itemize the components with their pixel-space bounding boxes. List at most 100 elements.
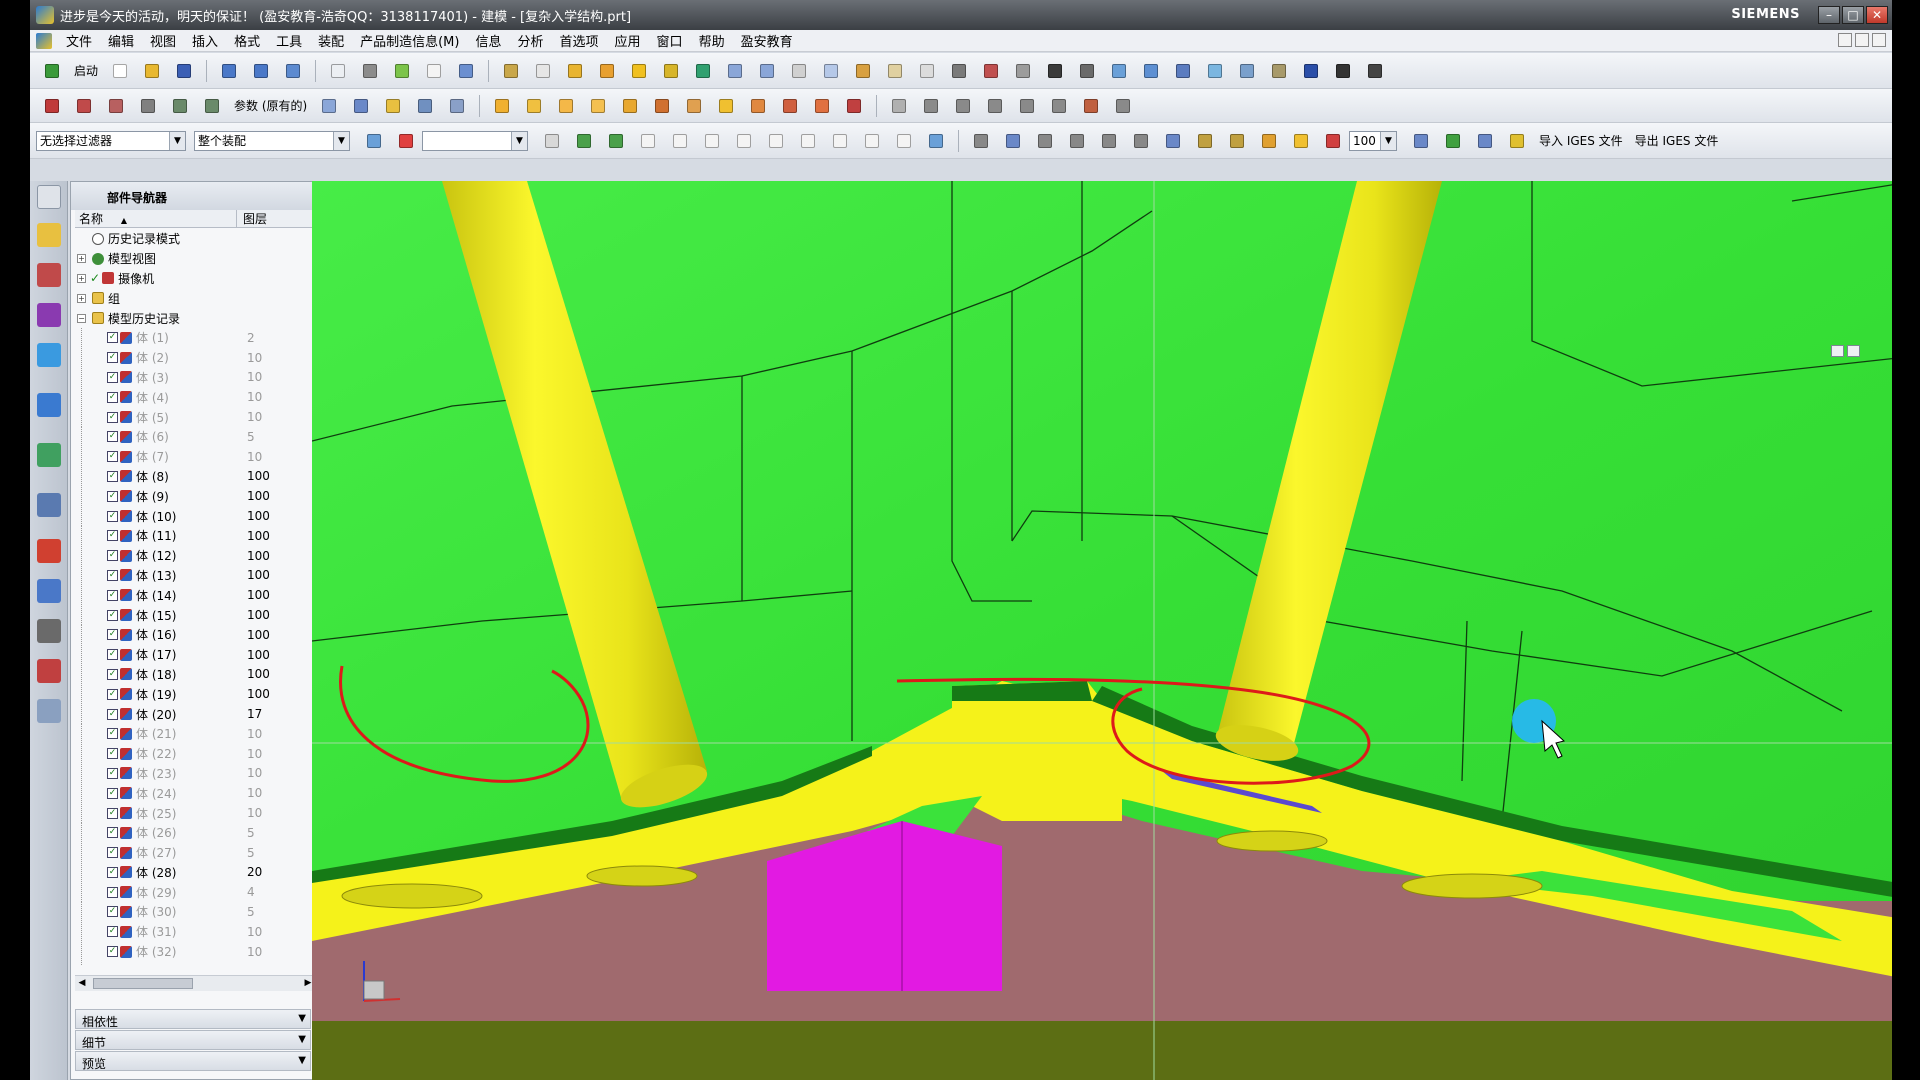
tree-item-body[interactable]: ✓ 体 (16) 100	[75, 625, 315, 645]
export-iges-button[interactable]: 导出 IGES 文件	[1635, 132, 1719, 149]
synchronous-modeling-icon[interactable]	[1267, 59, 1291, 83]
constraint-navigator-icon[interactable]	[37, 263, 61, 287]
menu-tools[interactable]: 工具	[268, 31, 310, 50]
unite-icon[interactable]	[691, 59, 715, 83]
tree-item-body[interactable]: ✓ 体 (6) 5	[75, 427, 315, 447]
navigator-horizontal-scrollbar[interactable]: ◀ ▶	[75, 975, 315, 991]
menu-view[interactable]: 视图	[142, 31, 184, 50]
visibility-checkbox[interactable]: ✓	[107, 371, 118, 383]
text-size-icon[interactable]	[1363, 59, 1387, 83]
parting-icon[interactable]	[554, 94, 578, 118]
open-file-icon[interactable]	[140, 59, 164, 83]
tree-item-body[interactable]: ✓ 体 (23) 10	[75, 763, 315, 784]
menu-edit[interactable]: 编辑	[100, 31, 142, 50]
tree-item-model-history[interactable]: − 模型历史记录	[75, 308, 315, 328]
chevron-down-icon[interactable]: ▼	[298, 1034, 306, 1045]
import-iges-icon[interactable]	[1505, 129, 1529, 153]
history-icon[interactable]	[37, 493, 61, 517]
visibility-checkbox[interactable]: ✓	[107, 946, 118, 958]
name-column-header[interactable]: 名称 ▲	[75, 210, 237, 227]
visibility-checkbox[interactable]: ✓	[107, 688, 118, 700]
hole-ellipse-4[interactable]	[1401, 873, 1543, 899]
plane-curve-icon[interactable]	[104, 94, 128, 118]
viewport-restore-button[interactable]	[1847, 345, 1860, 357]
edit-curve-icon[interactable]	[1047, 94, 1071, 118]
collapse-icon[interactable]: −	[77, 313, 86, 323]
basic-curve-icon[interactable]	[40, 94, 64, 118]
menu-file[interactable]: 文件	[58, 31, 100, 50]
visibility-checkbox[interactable]: ✓	[107, 926, 118, 938]
hd3d-tools-icon[interactable]	[37, 393, 61, 417]
render-style-icon[interactable]	[390, 59, 414, 83]
offset-face-icon[interactable]	[915, 59, 939, 83]
dependencies-panel[interactable]: 相依性 ▼	[75, 1009, 311, 1029]
pocket-icon[interactable]	[842, 94, 866, 118]
visibility-checkbox[interactable]: ✓	[107, 708, 118, 720]
annotation-text-icon[interactable]	[1331, 59, 1355, 83]
visibility-checkbox[interactable]: ✓	[107, 728, 118, 740]
replace-face-icon[interactable]	[1235, 59, 1259, 83]
draft-icon[interactable]	[883, 59, 907, 83]
snap-settings-icon[interactable]	[604, 129, 628, 153]
trim-body-icon[interactable]	[445, 94, 469, 118]
view-orient-icon[interactable]	[454, 59, 478, 83]
slide-icon[interactable]	[650, 94, 674, 118]
chevron-down-icon[interactable]: ▼	[298, 1055, 306, 1066]
tree-item-body[interactable]: ✓ 体 (29) 4	[75, 882, 315, 902]
tree-item-body[interactable]: ✓ 体 (3) 10	[75, 367, 315, 388]
tree-item-body[interactable]: ✓ 体 (11) 100	[75, 526, 315, 546]
text-icon[interactable]	[1299, 59, 1323, 83]
tree-item-body[interactable]: ✓ 体 (2) 10	[75, 348, 315, 368]
chevron-down-icon[interactable]: ▼	[169, 131, 185, 150]
expand-icon[interactable]: +	[77, 273, 86, 283]
visibility-checkbox[interactable]: ✓	[107, 332, 118, 344]
tree-item-body[interactable]: ✓ 体 (14) 100	[75, 585, 315, 605]
tree-item-body[interactable]: ✓ 体 (26) 5	[75, 823, 315, 843]
start-label[interactable]: 启动	[74, 62, 98, 79]
snap-control-point-icon[interactable]	[700, 129, 724, 153]
visibility-checkbox[interactable]: ✓	[107, 866, 118, 878]
chamfer-icon[interactable]	[851, 59, 875, 83]
tree-item-model-views[interactable]: + 模型视图	[75, 249, 315, 269]
visibility-checkbox[interactable]: ✓	[107, 609, 118, 621]
scroll-thumb[interactable]	[93, 978, 193, 989]
close-button[interactable]: ✕	[1866, 6, 1888, 24]
visibility-checkbox[interactable]: ✓	[107, 391, 118, 403]
details-panel[interactable]: 细节 ▼	[75, 1030, 311, 1050]
web-browser-icon[interactable]	[37, 443, 61, 467]
curve-analysis-icon[interactable]	[1079, 94, 1103, 118]
hole-ellipse-3[interactable]	[1216, 830, 1328, 852]
snap-midpoint-icon[interactable]	[668, 129, 692, 153]
layer-grid-icon[interactable]	[1161, 129, 1185, 153]
system-scenes-icon[interactable]	[37, 659, 61, 683]
edit-section-icon[interactable]	[1289, 129, 1313, 153]
visibility-checkbox[interactable]: ✓	[107, 748, 118, 760]
color-palette-icon[interactable]	[1441, 129, 1465, 153]
tree-item-body[interactable]: ✓ 体 (12) 100	[75, 546, 315, 566]
menu-information[interactable]: 信息	[467, 31, 509, 50]
tree-item-cameras[interactable]: + ✓ 摄像机	[75, 269, 315, 289]
chevron-down-icon[interactable]: ▼	[333, 131, 349, 150]
minimize-button[interactable]: –	[1818, 6, 1840, 24]
tree-item-body[interactable]: ✓ 体 (9) 100	[75, 486, 315, 506]
menu-pmi[interactable]: 产品制造信息(M)	[352, 31, 467, 50]
process-studio-icon[interactable]	[37, 579, 61, 603]
visibility-checkbox[interactable]: ✓	[107, 847, 118, 859]
offset-curve-icon[interactable]	[349, 94, 373, 118]
view-triad-icon[interactable]	[1409, 129, 1433, 153]
assembly-constraint-icon[interactable]	[1203, 59, 1227, 83]
tree-item-body[interactable]: ✓ 体 (17) 100	[75, 645, 315, 665]
extract-geometry-icon[interactable]	[887, 94, 911, 118]
visibility-checkbox[interactable]: ✓	[107, 589, 118, 601]
patch-surface-icon[interactable]	[618, 94, 642, 118]
reset-filter-icon[interactable]	[394, 129, 418, 153]
join-curve-icon[interactable]	[381, 94, 405, 118]
spline-icon[interactable]	[1111, 94, 1135, 118]
wave-geometry-icon[interactable]	[1171, 59, 1195, 83]
preview-panel[interactable]: 预览 ▼	[75, 1051, 311, 1071]
snap-endpoint-icon[interactable]	[636, 129, 660, 153]
snap-quadrant-icon[interactable]	[828, 129, 852, 153]
type-filter-select[interactable]: 无选择过滤器 ▼	[36, 130, 186, 151]
wcs-display-icon[interactable]	[1129, 129, 1153, 153]
visibility-checkbox[interactable]: ✓	[107, 510, 118, 522]
